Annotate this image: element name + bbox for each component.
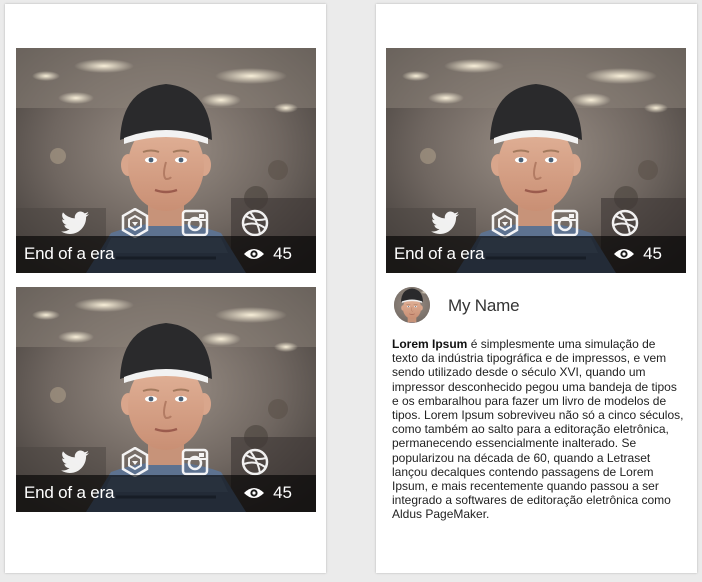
hexagon-badge-icon[interactable] (120, 447, 150, 477)
card-title: End of a era (24, 244, 115, 263)
hexagon-badge-icon[interactable] (120, 208, 150, 238)
card-panel-left: End of a era 45 End of a era 45 (5, 4, 326, 573)
instagram-icon[interactable] (180, 208, 210, 238)
dribbble-icon[interactable] (240, 208, 270, 238)
photo-card[interactable]: End of a era 45 (386, 48, 686, 273)
card-info-bar: End of a era 45 (386, 236, 686, 273)
profile-header: My Name (392, 287, 682, 327)
social-links (16, 208, 316, 238)
card-title: End of a era (24, 483, 115, 502)
avatar[interactable] (394, 287, 430, 323)
bio-text: é simplesmente uma simulação de texto da… (392, 337, 684, 522)
view-count: 45 (273, 244, 292, 263)
card-title: End of a era (394, 244, 485, 263)
twitter-icon[interactable] (430, 208, 460, 238)
card-info-bar: End of a era 45 (16, 475, 316, 512)
card-info-bar: End of a era 45 (16, 236, 316, 273)
dribbble-icon[interactable] (610, 208, 640, 238)
profile-panel: End of a era 45 My Name Lorem Ipsum é si… (376, 4, 697, 573)
eye-icon (614, 249, 634, 259)
photo-card[interactable]: End of a era 45 (16, 287, 316, 512)
photo-card[interactable]: End of a era 45 (16, 48, 316, 273)
view-count: 45 (643, 244, 662, 263)
eye-icon (244, 249, 264, 259)
instagram-icon[interactable] (550, 208, 580, 238)
twitter-icon[interactable] (60, 208, 90, 238)
social-links (16, 447, 316, 477)
profile-bio: Lorem Ipsum é simplesmente uma simulação… (392, 337, 684, 522)
instagram-icon[interactable] (180, 447, 210, 477)
dribbble-icon[interactable] (240, 447, 270, 477)
profile-name: My Name (448, 296, 520, 315)
twitter-icon[interactable] (60, 447, 90, 477)
view-count: 45 (273, 483, 292, 502)
social-links (386, 208, 686, 238)
hexagon-badge-icon[interactable] (490, 208, 520, 238)
eye-icon (244, 488, 264, 498)
bio-lead: Lorem Ipsum (392, 337, 468, 351)
